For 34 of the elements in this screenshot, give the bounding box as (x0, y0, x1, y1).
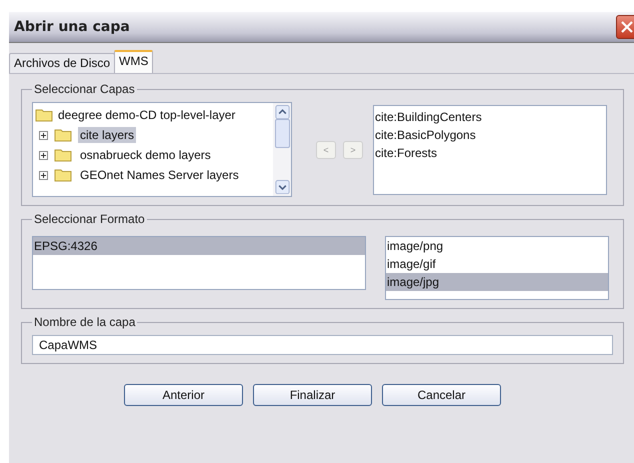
dialog-button[interactable]: Cancelar (382, 384, 501, 406)
layer-name-field[interactable]: CapaWMS (32, 335, 613, 355)
folder-icon (35, 108, 53, 122)
close-button[interactable] (616, 15, 634, 39)
list-item[interactable]: image/png (386, 237, 608, 255)
tree-item[interactable]: cite layers (78, 127, 136, 143)
close-icon (621, 21, 633, 33)
list-item[interactable]: EPSG:4326 (33, 237, 365, 255)
list-item[interactable]: cite:Forests (374, 144, 606, 162)
list-item[interactable]: image/jpg (386, 273, 608, 291)
scroll-thumb[interactable] (274, 119, 290, 148)
group-title: Nombre de la capa (33, 315, 136, 329)
folder-icon (54, 128, 72, 142)
window-title: Abrir una capa (14, 19, 130, 35)
tab[interactable]: Archivos de Disco (9, 53, 116, 73)
dialog-button[interactable]: Finalizar (253, 384, 372, 406)
group-title: Seleccionar Capas (33, 82, 136, 96)
list-item[interactable]: cite:BasicPolygons (374, 126, 606, 144)
tree-item[interactable]: osnabrueck demo layers (78, 147, 213, 163)
expand-icon[interactable] (39, 150, 48, 160)
expand-icon[interactable] (39, 130, 48, 140)
list-item[interactable]: cite:BuildingCenters (374, 108, 606, 126)
folder-icon (54, 148, 72, 162)
dialog-button[interactable]: Anterior (124, 384, 243, 406)
tab[interactable]: WMS (114, 50, 154, 73)
group-title: Seleccionar Formato (33, 212, 146, 226)
scroll-up-icon[interactable] (274, 105, 290, 120)
list-item[interactable]: image/gif (386, 255, 608, 273)
tree-item[interactable]: deegree demo-CD top-level-layer (56, 107, 238, 123)
expand-icon[interactable] (39, 170, 48, 180)
scrollbar[interactable] (273, 103, 291, 196)
scroll-down-icon[interactable] (274, 180, 290, 194)
folder-icon (54, 168, 72, 182)
tree-item[interactable]: GEOnet Names Server layers (78, 167, 241, 183)
